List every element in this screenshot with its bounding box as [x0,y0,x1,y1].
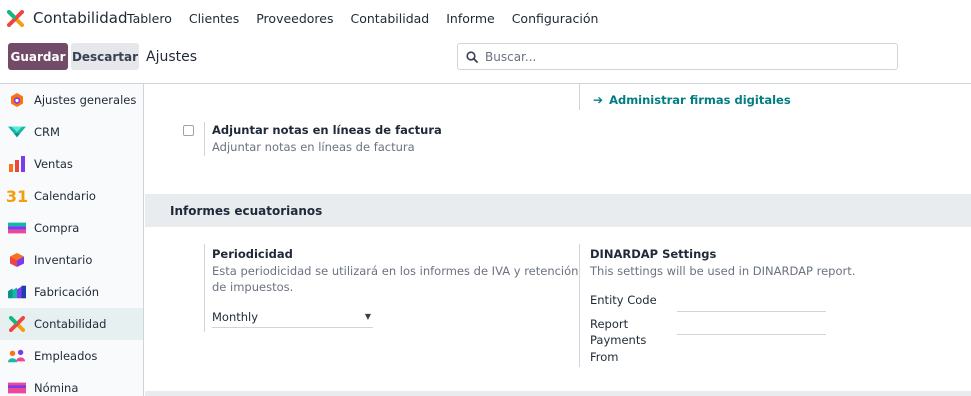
sidebar-item-label: CRM [34,125,60,139]
entity-code-input[interactable] [677,311,826,312]
sidebar-item-calendario[interactable]: 31 Calendario [0,180,143,212]
manage-digital-signatures-link[interactable]: ➔ Administrar firmas digitales [593,93,791,107]
sidebar-item-label: Ventas [34,157,73,171]
crm-icon [8,123,26,141]
sidebar-item-contabilidad[interactable]: Contabilidad [0,308,143,340]
sidebar-item-crm[interactable]: CRM [0,116,143,148]
invoice-notes-checkbox[interactable] [183,125,194,136]
menu-item-contabilidad[interactable]: Contabilidad [351,11,430,26]
sidebar-item-label: Ajustes generales [34,93,137,107]
column-divider [579,244,580,367]
payroll-icon [8,379,26,396]
employees-icon [8,347,26,365]
sidebar-item-ajustes-generales[interactable]: Ajustes generales [0,84,143,116]
sidebar-item-label: Compra [34,221,80,235]
calendar-icon: 31 [5,186,29,206]
sidebar-item-ventas[interactable]: Ventas [0,148,143,180]
search-bar[interactable] [457,43,898,70]
link-label: Administrar firmas digitales [609,93,791,107]
sales-chart-icon [8,155,26,173]
entity-code-label: Entity Code [590,293,657,307]
settings-hexagon-icon [8,91,26,109]
sidebar-item-label: Fabricación [34,285,100,299]
dinardap-description: This settings will be used in DINARDAP r… [590,264,856,278]
menu-item-clientes[interactable]: Clientes [189,11,239,26]
accounting-app-icon[interactable] [7,10,24,27]
caret-down-icon: ▼ [364,312,371,321]
section-header-next [145,391,971,396]
sidebar-item-label: Empleados [34,349,98,363]
sidebar-item-label: Inventario [34,253,93,267]
column-divider [579,84,580,110]
settings-sidebar: Ajustes generales CRM Ventas 31 Calendar… [0,84,144,396]
invoice-notes-description: Adjuntar notas en líneas de factura [212,140,415,154]
sidebar-item-fabricacion[interactable]: Fabricación [0,276,143,308]
sidebar-item-compra[interactable]: Compra [0,212,143,244]
inventory-box-icon [8,251,26,269]
sidebar-item-label: Nómina [34,381,79,395]
section-header: Informes ecuatorianos [145,194,971,227]
sidebar-item-empleados[interactable]: Empleados [0,340,143,372]
setting-divider [204,244,205,332]
search-input[interactable] [485,49,885,64]
main-menu: Tablero Clientes Proveedores Contabilida… [127,11,615,26]
periodicity-selected-value: Monthly [212,310,259,324]
sidebar-item-label: Contabilidad [34,317,107,331]
report-payments-from-input[interactable] [677,334,826,335]
accounting-icon [8,315,26,333]
periodicity-select[interactable]: Monthly ▼ [212,310,373,328]
purchase-icon [8,219,26,237]
manufacturing-icon [8,283,26,301]
menu-item-informe[interactable]: Informe [446,11,494,26]
setting-divider [204,122,205,156]
periodicity-title: Periodicidad [212,247,293,261]
report-payments-from-label-3: From [590,350,619,364]
sidebar-item-label: Calendario [34,189,96,203]
top-navbar: Contabilidad Tablero Clientes Proveedore… [0,0,971,36]
sidebar-item-inventario[interactable]: Inventario [0,244,143,276]
settings-content: ➔ Administrar firmas digitales Adjuntar … [145,84,971,396]
menu-item-proveedores[interactable]: Proveedores [256,11,333,26]
report-payments-from-label-2: Payments [590,333,647,347]
periodicity-description: Esta periodicidad se utilizará en los in… [212,264,579,278]
discard-button[interactable]: Descartar [71,43,139,70]
invoice-notes-title: Adjuntar notas en líneas de factura [212,123,442,137]
sidebar-item-nomina[interactable]: Nómina [0,372,143,396]
save-button[interactable]: Guardar [8,43,68,70]
section-title: Informes ecuatorianos [170,204,323,218]
periodicity-description-cont: de impuestos. [212,280,294,294]
menu-item-tablero[interactable]: Tablero [127,11,172,26]
dinardap-title: DINARDAP Settings [590,247,717,261]
arrow-right-icon: ➔ [593,93,604,107]
app-name[interactable]: Contabilidad [33,9,128,27]
menu-item-configuracion[interactable]: Configuración [512,11,599,26]
search-icon [466,50,478,63]
report-payments-from-label-1: Report [590,317,629,331]
breadcrumb: Ajustes [146,49,198,65]
